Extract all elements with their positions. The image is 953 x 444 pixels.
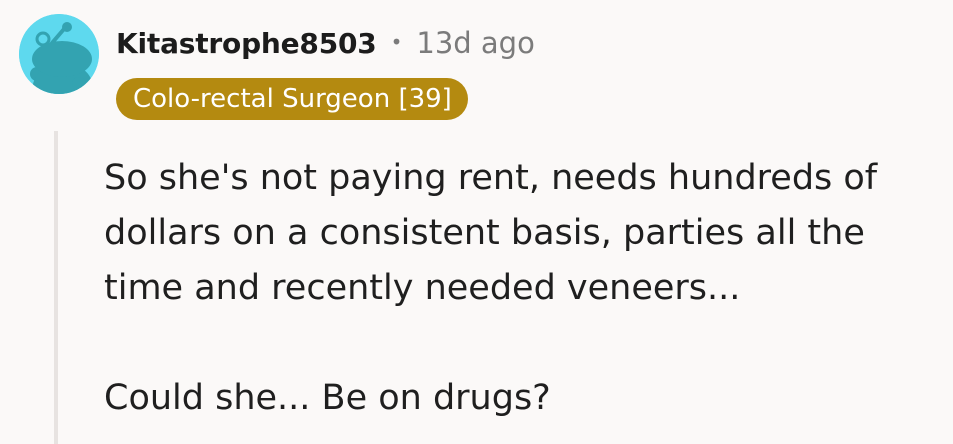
thread-line[interactable] bbox=[54, 131, 58, 444]
user-flair-badge: Colo-rectal Surgeon [39] bbox=[116, 78, 468, 120]
comment-paragraph-1: So she's not paying rent, needs hundreds… bbox=[104, 158, 878, 308]
comment-header: Kitastrophe8503 • 13d ago bbox=[116, 26, 535, 60]
meta-separator: • bbox=[390, 30, 403, 54]
user-avatar-icon[interactable] bbox=[19, 14, 99, 94]
comment-body: So she's not paying rent, needs hundreds… bbox=[104, 151, 934, 426]
username-link[interactable]: Kitastrophe8503 bbox=[116, 27, 377, 60]
comment: Kitastrophe8503 • 13d ago Colo-rectal Su… bbox=[0, 0, 953, 444]
timestamp-link[interactable]: 13d ago bbox=[416, 26, 534, 60]
comment-paragraph-2: Could she... Be on drugs? bbox=[104, 378, 551, 418]
